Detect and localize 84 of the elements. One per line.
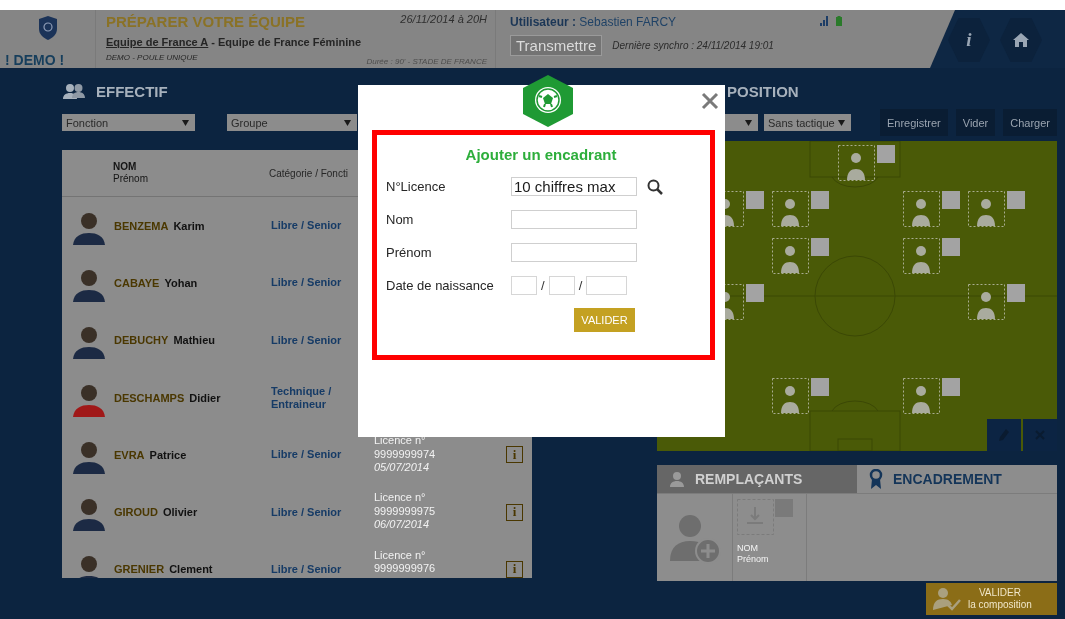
player-slot[interactable] <box>903 238 961 274</box>
text-field[interactable] <box>511 243 637 262</box>
person-icon <box>669 471 685 487</box>
text-field[interactable] <box>511 210 637 229</box>
licence-text: 9999999976 <box>374 562 437 576</box>
category-cell-text: Libre / Senior <box>271 219 343 233</box>
sync-label: Dernière synchro : 24/11/2014 19:01 <box>612 40 774 51</box>
tactic-dropdown[interactable]: Sans tactique <box>764 114 851 131</box>
panel-tab[interactable]: REMPLAÇANTS <box>657 465 857 493</box>
field-label: Nom <box>386 212 415 227</box>
user-label: Utilisateur : Sebastien FARCY <box>510 15 677 29</box>
date-separator: / <box>541 278 545 293</box>
staff-first-name: Prénom <box>737 554 770 565</box>
caret-icon <box>745 119 752 126</box>
toolbar-button[interactable]: Charger <box>1003 109 1057 136</box>
player-name: DESCHAMPS Didier <box>114 391 222 404</box>
competition-label: DEMO - POULE UNIQUE <box>106 53 199 65</box>
field-label: N°Licence <box>386 179 447 194</box>
category-cell-text: Libre / Senior <box>271 276 343 290</box>
month-field[interactable] <box>548 276 575 295</box>
field-label: Date de naissance <box>386 278 495 293</box>
section-title: EFFECTIF <box>96 82 168 100</box>
category-cell-text: Technique / Entraineur <box>271 384 333 411</box>
toolbar-button[interactable]: Enregistrer <box>879 109 948 136</box>
player-name: GRENIER Clement <box>114 563 214 576</box>
category-cell-text: Libre / Senior <box>271 562 343 576</box>
people-icon <box>62 83 86 99</box>
info-button[interactable]: i <box>506 503 523 521</box>
player-name: DEBUCHY Mathieu <box>114 334 216 347</box>
player-slot[interactable] <box>903 378 961 414</box>
section-title: POSITION <box>727 82 799 100</box>
team-name: - Equipe de France Féminine <box>211 35 362 50</box>
player-slot[interactable] <box>968 191 1026 227</box>
player-slot[interactable] <box>772 191 830 227</box>
battery-icon <box>836 16 842 26</box>
caret-icon <box>838 119 845 126</box>
date-separator: / <box>578 278 583 293</box>
home-icon <box>1013 33 1029 47</box>
demo-label: ! DEMO ! <box>5 52 65 68</box>
column-header: Prénom <box>113 173 148 184</box>
validate-button[interactable]: VALIDER la composition <box>926 583 1057 615</box>
licence-date: 06/07/2014 <box>374 518 431 532</box>
caret-icon <box>182 119 189 126</box>
person-check-icon <box>932 587 962 611</box>
player-name: EVRA Patrice <box>114 448 188 461</box>
player-name: BENZEMA Karim <box>114 219 206 232</box>
toolbar-button[interactable]: Vider <box>955 109 996 136</box>
caret-icon <box>344 119 351 126</box>
submit-button[interactable]: VALIDER <box>574 308 635 332</box>
licence-text: Licence n° <box>374 491 427 505</box>
page-title: PRÉPARER VOTRE ÉQUIPE <box>106 13 306 32</box>
match-date: 26/11/2014 à 20H <box>399 13 487 27</box>
category-cell-text: Libre / Senior <box>271 448 343 462</box>
player-slot[interactable] <box>772 238 830 274</box>
info-button[interactable]: i <box>506 446 523 464</box>
filter-dropdown[interactable]: Groupe <box>227 114 357 131</box>
text-field[interactable]: 10 chiffres max <box>511 177 637 196</box>
close-icon[interactable] <box>701 92 719 110</box>
column-header: Catégorie / Foncti <box>269 167 348 179</box>
licence-date: 05/07/2014 <box>374 461 431 475</box>
day-field[interactable] <box>511 276 537 295</box>
filter-dropdown[interactable]: Fonction <box>62 114 195 131</box>
info-button[interactable]: i <box>506 560 523 578</box>
player-slot[interactable] <box>968 284 1026 320</box>
staff-name: NOM <box>737 543 759 554</box>
player-slot[interactable] <box>772 378 830 414</box>
player-slot[interactable] <box>838 145 896 181</box>
search-icon[interactable] <box>647 178 663 195</box>
player-name: CABAYE Yohan <box>114 276 199 289</box>
award-ribbon-icon <box>869 469 883 489</box>
signal-icon <box>820 16 830 26</box>
column-header: NOM <box>113 161 138 173</box>
dialog-title: Ajouter un encadrant <box>464 146 618 163</box>
player-slot[interactable] <box>903 191 961 227</box>
shield-logo-icon <box>37 16 58 40</box>
category-cell-text: Libre / Senior <box>271 505 343 519</box>
licence-text: 9999999975 <box>374 505 437 519</box>
field-label: Prénom <box>386 245 433 260</box>
year-field[interactable] <box>586 276 628 295</box>
licence-text: 9999999974 <box>374 447 437 462</box>
category-cell-text: Libre / Senior <box>271 333 343 347</box>
licence-text: Licence n° <box>374 548 427 563</box>
team-link[interactable]: Equipe de France A <box>106 35 209 52</box>
player-name: GIROUD Olivier <box>114 506 199 519</box>
